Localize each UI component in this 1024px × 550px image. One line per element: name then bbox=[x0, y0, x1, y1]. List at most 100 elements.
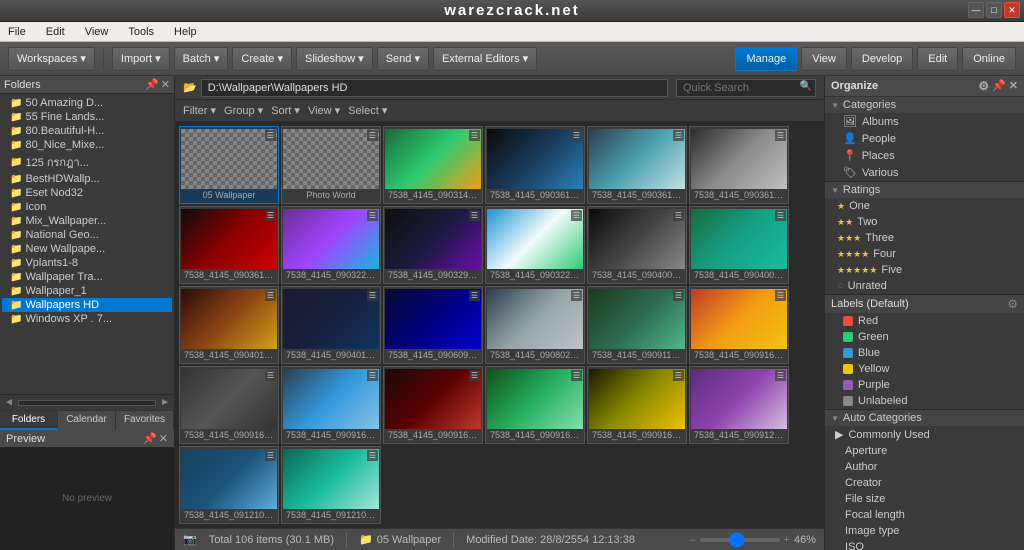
rating-1[interactable]: ★ One bbox=[825, 198, 1024, 214]
tree-item[interactable]: 📁BestHDWallp... bbox=[2, 172, 172, 186]
label-green[interactable]: Green bbox=[825, 329, 1024, 345]
thumbnail-item[interactable]: ☰7538_4145_09121010... bbox=[281, 446, 381, 524]
tree-item[interactable]: 📁Eset Nod32 bbox=[2, 186, 172, 200]
path-input[interactable] bbox=[201, 79, 668, 97]
thumbnail-item[interactable]: ☰7538_4145_09036161... bbox=[587, 126, 687, 204]
label-purple[interactable]: Purple bbox=[825, 377, 1024, 393]
thumbnail-item[interactable]: ☰7538_4145_09040041... bbox=[689, 206, 789, 284]
tree-item[interactable]: 📁National Geo... bbox=[2, 228, 172, 242]
maximize-button[interactable]: □ bbox=[986, 2, 1002, 18]
close-button[interactable]: ✕ bbox=[1004, 2, 1020, 18]
rating-2[interactable]: ★★ Two bbox=[825, 214, 1024, 230]
tree-item[interactable]: 📁Wallpaper_1 bbox=[2, 284, 172, 298]
thumbnail-item[interactable]: ☰7538_4145_09091601... bbox=[689, 286, 789, 364]
thumbnail-item[interactable]: ☰05 Wallpaper bbox=[179, 126, 279, 204]
search-input[interactable] bbox=[676, 79, 816, 97]
tree-item[interactable]: 📁55 Fine Lands... bbox=[2, 110, 172, 124]
preview-pin-icon[interactable]: 📌 bbox=[143, 432, 157, 445]
label-unlabeled[interactable]: Unlabeled bbox=[825, 393, 1024, 409]
auto-iso[interactable]: ISO bbox=[825, 539, 1024, 550]
categories-header[interactable]: Categories bbox=[825, 97, 1024, 113]
zoom-out-icon[interactable]: – bbox=[689, 534, 695, 546]
zoom-slider[interactable] bbox=[700, 538, 780, 542]
external-editors-button[interactable]: External Editors ▾ bbox=[433, 47, 537, 71]
edit-mode-button[interactable]: Edit bbox=[917, 47, 958, 71]
scroll-left-icon[interactable]: ◄ bbox=[4, 397, 14, 408]
auto-author[interactable]: Author bbox=[825, 459, 1024, 475]
filter-button[interactable]: Filter ▾ bbox=[183, 104, 216, 117]
tree-item-selected[interactable]: 📁Wallpapers HD bbox=[2, 298, 172, 312]
label-blue[interactable]: Blue bbox=[825, 345, 1024, 361]
thumbnail-item[interactable]: ☰7538_4145_09036161... bbox=[485, 126, 585, 204]
menu-file[interactable]: File bbox=[4, 26, 30, 38]
tree-item[interactable]: 📁Windows XP . 7... bbox=[2, 312, 172, 326]
thumbnail-item[interactable]: ☰Photo World bbox=[281, 126, 381, 204]
thumbnail-item[interactable]: ☰7538_4145_09031423... bbox=[383, 126, 483, 204]
folders-close-icon[interactable]: ✕ bbox=[161, 78, 170, 91]
thumbnail-item[interactable]: ☰7538_4145_09080201... bbox=[485, 286, 585, 364]
auto-focal-length[interactable]: Focal length bbox=[825, 507, 1024, 523]
create-button[interactable]: Create ▾ bbox=[232, 47, 292, 71]
auto-image-type[interactable]: Image type bbox=[825, 523, 1024, 539]
category-various[interactable]: 🏷 Various bbox=[825, 164, 1024, 181]
scroll-right-icon[interactable]: ► bbox=[160, 397, 170, 408]
auto-creator[interactable]: Creator bbox=[825, 475, 1024, 491]
auto-aperture[interactable]: Aperture bbox=[825, 443, 1024, 459]
rating-5[interactable]: ★★★★★ Five bbox=[825, 262, 1024, 278]
slideshow-button[interactable]: Slideshow ▾ bbox=[296, 47, 373, 71]
batch-button[interactable]: Batch ▾ bbox=[174, 47, 229, 71]
organize-close-icon[interactable]: ✕ bbox=[1009, 79, 1018, 93]
menu-help[interactable]: Help bbox=[170, 26, 201, 38]
organize-settings-icon[interactable]: ⚙ bbox=[978, 79, 989, 93]
view-mode-button[interactable]: View bbox=[801, 47, 847, 71]
auto-filesize[interactable]: File size bbox=[825, 491, 1024, 507]
tree-item[interactable]: 📁New Wallpape... bbox=[2, 242, 172, 256]
rating-4[interactable]: ★★★★ Four bbox=[825, 246, 1024, 262]
tree-item[interactable]: 📁80_Nice_Mixe... bbox=[2, 138, 172, 152]
category-people[interactable]: 👤 People bbox=[825, 130, 1024, 147]
thumbnail-item[interactable]: ☰7538_4145_09060920... bbox=[383, 286, 483, 364]
tree-item[interactable]: 📁50 Amazing D... bbox=[2, 96, 172, 110]
auto-commonly-used[interactable]: ▶ Commonly Used bbox=[825, 426, 1024, 443]
tree-item[interactable]: 📁80.Beautiful-H... bbox=[2, 124, 172, 138]
category-albums[interactable]: 🖼 Albums bbox=[825, 113, 1024, 130]
thumbnail-item[interactable]: ☰7538_4145_09091601... bbox=[587, 366, 687, 444]
category-places[interactable]: 📍 Places bbox=[825, 147, 1024, 164]
thumbnail-item[interactable]: ☰7538_4145_09036161... bbox=[689, 126, 789, 204]
import-button[interactable]: Import ▾ bbox=[112, 47, 170, 71]
tree-item[interactable]: 📁Vplants1-8 bbox=[2, 256, 172, 270]
online-mode-button[interactable]: Online bbox=[962, 47, 1016, 71]
send-button[interactable]: Send ▾ bbox=[377, 47, 429, 71]
preview-close-icon[interactable]: ✕ bbox=[159, 432, 168, 445]
view-button[interactable]: View ▾ bbox=[308, 104, 340, 117]
sort-button[interactable]: Sort ▾ bbox=[271, 104, 300, 117]
calendar-tab[interactable]: Calendar bbox=[58, 411, 116, 430]
tree-item[interactable]: 📁Mix_Wallpaper... bbox=[2, 214, 172, 228]
workspaces-button[interactable]: Workspaces ▾ bbox=[8, 47, 95, 71]
menu-view[interactable]: View bbox=[81, 26, 113, 38]
thumbnail-item[interactable]: ☰7538_4145_09091601... bbox=[383, 366, 483, 444]
thumbnail-item[interactable]: ☰7538_4145_09036161... bbox=[179, 206, 279, 284]
manage-mode-button[interactable]: Manage bbox=[735, 47, 797, 71]
develop-mode-button[interactable]: Develop bbox=[851, 47, 913, 71]
folders-tab[interactable]: Folders bbox=[0, 411, 58, 430]
label-red[interactable]: Red bbox=[825, 313, 1024, 329]
tree-item[interactable]: 📁125 กรกฎา... bbox=[2, 152, 172, 172]
menu-edit[interactable]: Edit bbox=[42, 26, 69, 38]
rating-3[interactable]: ★★★ Three bbox=[825, 230, 1024, 246]
menu-tools[interactable]: Tools bbox=[124, 26, 158, 38]
group-button[interactable]: Group ▾ bbox=[224, 104, 263, 117]
thumbnail-item[interactable]: ☰7538_4145_09040041... bbox=[587, 206, 687, 284]
thumbnail-item[interactable]: ☰7538_4145_09032290... bbox=[485, 206, 585, 284]
thumbnail-item[interactable]: ☰7538_4145_09091601... bbox=[281, 366, 381, 444]
thumbnail-item[interactable]: ☰7538_4145_09091601... bbox=[179, 366, 279, 444]
thumbnail-item[interactable]: ☰7538_4145_09040101... bbox=[179, 286, 279, 364]
labels-settings-icon[interactable]: ⚙ bbox=[1007, 297, 1018, 311]
thumbnail-item[interactable]: ☰7538_4145_09121010... bbox=[179, 446, 279, 524]
thumbnail-item[interactable]: ☰7538_4145_09032900... bbox=[383, 206, 483, 284]
folders-pin-icon[interactable]: 📌 bbox=[145, 78, 159, 91]
favorites-tab[interactable]: Favorites bbox=[116, 411, 174, 430]
minimize-button[interactable]: — bbox=[968, 2, 984, 18]
tree-item[interactable]: 📁Wallpaper Tra... bbox=[2, 270, 172, 284]
tree-item[interactable]: 📁Icon bbox=[2, 200, 172, 214]
